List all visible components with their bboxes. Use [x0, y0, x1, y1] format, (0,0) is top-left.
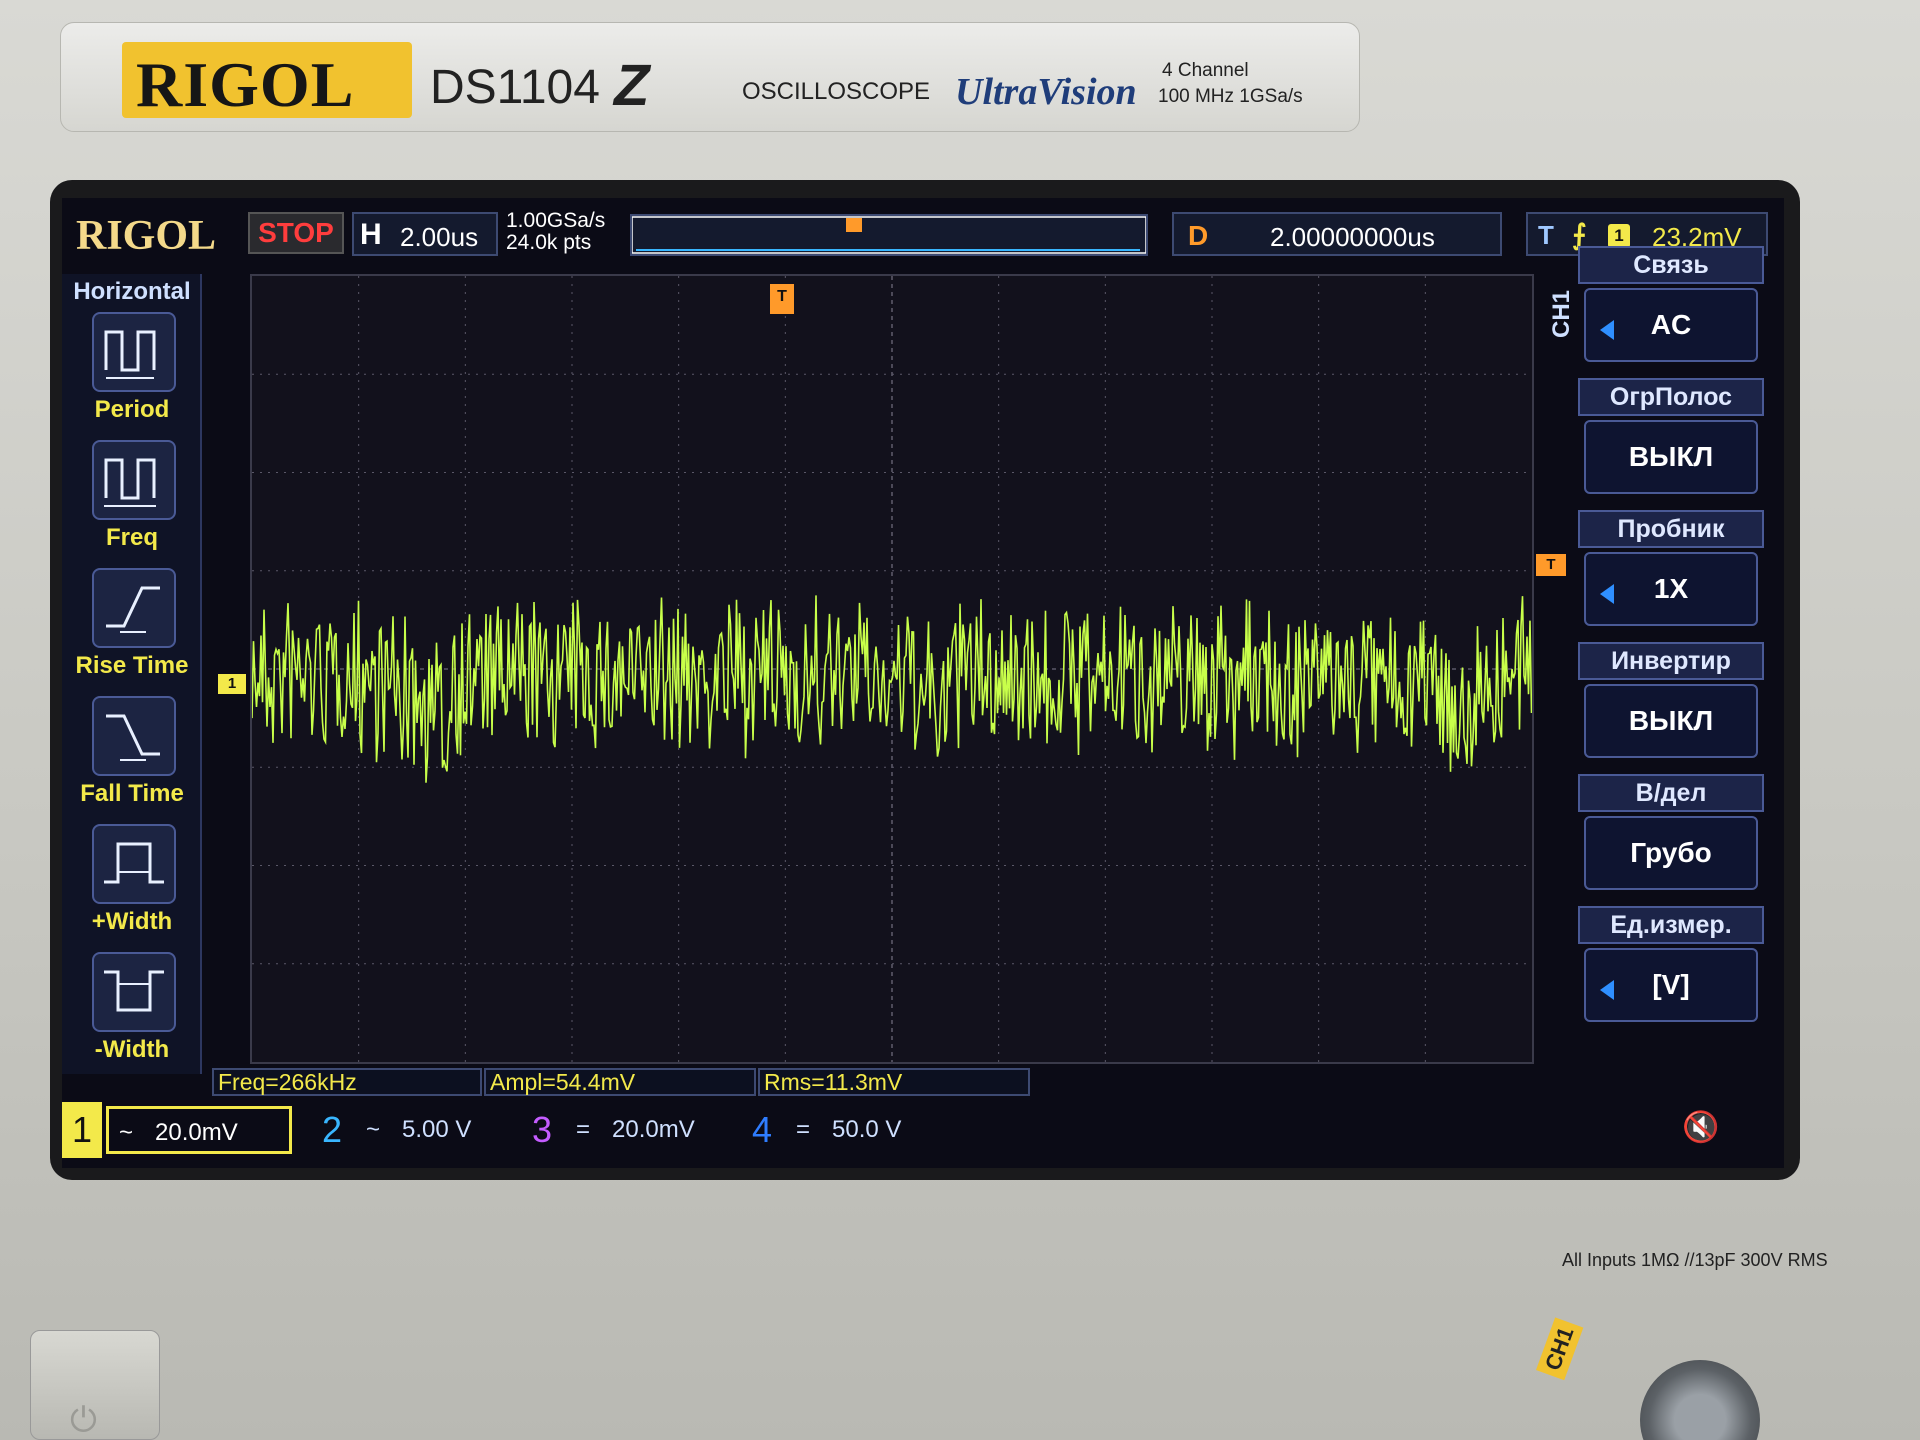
memory-overview	[630, 214, 1148, 256]
menu-volts-div-title: В/дел	[1578, 774, 1764, 812]
display-screen: RIGOL STOP H 2.00us 1.00GSa/s 24.0k pts …	[62, 198, 1784, 1168]
memory-overview-waveform	[631, 216, 1147, 254]
channel-4-scale: 50.0 V	[832, 1116, 902, 1143]
power-icon: ⏻	[70, 1400, 97, 1440]
menu-units-title: Ед.измер.	[1578, 906, 1764, 944]
channel-spec: 4 Channel	[1162, 60, 1249, 81]
channel-2-status[interactable]: 2 ~5.00 V	[312, 1102, 512, 1158]
measure-negative-width-label: -Width	[94, 1036, 170, 1063]
measure-fall-time-label: Fall Time	[80, 780, 184, 807]
measure-period-label: Period	[94, 396, 170, 423]
graticule-lines	[252, 276, 1532, 1062]
waveform-graticule[interactable]	[250, 274, 1534, 1064]
bandwidth-spec: 100 MHz 1GSa/s	[1158, 86, 1303, 107]
model-suffix: Z	[614, 53, 650, 118]
channel-1-status[interactable]: 1 ~20.0mV	[62, 1102, 302, 1158]
horizontal-label: H	[360, 218, 382, 251]
sample-rate: 1.00GSa/s	[506, 209, 606, 232]
measurement-rms: Rms=11.3mV	[758, 1068, 1030, 1096]
measurement-readouts: Freq=266kHz Ampl=54.4mV Rms=11.3mV	[212, 1068, 1082, 1096]
horizontal-timebase[interactable]: H 2.00us	[352, 212, 498, 256]
channel-1-number: 1	[62, 1102, 102, 1158]
period-icon	[92, 312, 176, 392]
menu-invert[interactable]: Инвертир ВЫКЛ	[1578, 642, 1764, 766]
delay-value: 2.00000000us	[1270, 222, 1435, 252]
rise-time-icon	[92, 568, 176, 648]
dc-coupling-icon: =	[576, 1116, 591, 1143]
screen-logo: RIGOL	[76, 213, 217, 259]
frequency-icon	[92, 440, 176, 520]
ch1-ground-marker[interactable]: 1	[218, 674, 246, 694]
arrow-left-icon	[1600, 980, 1614, 1000]
ac-coupling-icon: ~	[366, 1116, 381, 1143]
run-stop-status[interactable]: STOP	[248, 212, 344, 254]
memory-depth: 24.0k pts	[506, 231, 592, 254]
dc-coupling-icon: =	[796, 1116, 811, 1143]
acquisition-info: 1.00GSa/s 24.0k pts	[506, 210, 605, 254]
channel-2-settings: ~5.00 V	[356, 1106, 506, 1154]
menu-probe[interactable]: Пробник 1X	[1578, 510, 1764, 634]
measure-negative-width[interactable]: -Width	[68, 952, 196, 1078]
menu-units-value[interactable]: [V]	[1584, 948, 1758, 1022]
series-logo: UltraVision	[955, 71, 1137, 113]
ac-coupling-icon: ~	[119, 1119, 134, 1146]
delay-label: D	[1188, 220, 1209, 251]
trigger-position-marker[interactable]: T	[770, 284, 794, 314]
menu-bandwidth-limit[interactable]: ОгрПолос ВЫКЛ	[1578, 378, 1764, 502]
measure-positive-width[interactable]: +Width	[68, 824, 196, 950]
channel-3-status[interactable]: 3 = 20.0mV	[522, 1102, 732, 1158]
menu-probe-title: Пробник	[1578, 510, 1764, 548]
menu-volts-div[interactable]: В/дел Грубо	[1578, 774, 1764, 898]
menu-coupling-value[interactable]: AC	[1584, 288, 1758, 362]
channel-4-status[interactable]: 4 = 50.0 V	[742, 1102, 952, 1158]
measurement-frequency: Freq=266kHz	[212, 1068, 482, 1096]
menu-channel-label: CH1	[1548, 289, 1575, 338]
measure-rise-time[interactable]: Rise Time	[68, 568, 196, 694]
channel-3-scale: 20.0mV	[612, 1116, 695, 1143]
waveform-area	[252, 276, 1532, 1062]
fall-time-icon	[92, 696, 176, 776]
channel-4-number: 4	[751, 1109, 773, 1150]
measure-menu-title: Horizontal	[73, 278, 191, 305]
arrow-left-icon	[1600, 584, 1614, 604]
trigger-level-marker[interactable]: T	[1536, 554, 1566, 576]
trigger-label: T	[1538, 220, 1554, 250]
overview-trigger-marker	[846, 218, 862, 232]
timebase-value: 2.00us	[400, 222, 479, 252]
menu-invert-title: Инвертир	[1578, 642, 1764, 680]
measure-rise-time-label: Rise Time	[75, 652, 189, 679]
measure-frequency-label: Freq	[105, 524, 158, 551]
inputs-rating-label: All Inputs 1MΩ //13pF 300V RMS	[1562, 1250, 1828, 1270]
positive-width-icon	[92, 824, 176, 904]
menu-volts-div-value[interactable]: Грубо	[1584, 816, 1758, 890]
speaker-muted-icon[interactable]: 🔇	[1682, 1110, 1719, 1145]
channel-3-settings: = 20.0mV	[566, 1106, 726, 1154]
menu-units[interactable]: Ед.измер. [V]	[1578, 906, 1764, 1030]
channel-status-strip: 1 ~20.0mV 2 ~5.00 V 3 = 20.0mV 4 = 50.0 V …	[62, 1102, 1784, 1162]
horizontal-delay[interactable]: D 2.00000000us	[1172, 212, 1502, 256]
channel-3-number: 3	[531, 1109, 553, 1150]
negative-width-icon	[92, 952, 176, 1032]
menu-coupling-title: Связь	[1578, 246, 1764, 284]
brand-name: RIGOL	[136, 49, 355, 120]
menu-bandwidth-limit-title: ОгрПолос	[1578, 378, 1764, 416]
arrow-left-icon	[1600, 320, 1614, 340]
menu-bandwidth-limit-value[interactable]: ВЫКЛ	[1584, 420, 1758, 494]
menu-invert-value[interactable]: ВЫКЛ	[1584, 684, 1758, 758]
channel-4-settings: = 50.0 V	[786, 1106, 946, 1154]
model-name: DS1104	[430, 61, 600, 114]
measure-positive-width-label: +Width	[91, 908, 173, 935]
menu-probe-value[interactable]: 1X	[1584, 552, 1758, 626]
channel-1-scale: 20.0mV	[155, 1119, 238, 1146]
channel-1-settings: ~20.0mV	[106, 1106, 292, 1154]
measure-fall-time[interactable]: Fall Time	[68, 696, 196, 822]
device-type-label: OSCILLOSCOPE	[742, 78, 931, 105]
measurement-amplitude: Ampl=54.4mV	[484, 1068, 756, 1096]
trigger-source: 1	[1608, 224, 1630, 248]
measure-period[interactable]: Period	[68, 312, 196, 438]
menu-coupling[interactable]: Связь AC	[1578, 246, 1764, 370]
measure-frequency[interactable]: Freq	[68, 440, 196, 566]
channel-2-scale: 5.00 V	[402, 1116, 472, 1143]
channel-2-number: 2	[321, 1109, 343, 1150]
